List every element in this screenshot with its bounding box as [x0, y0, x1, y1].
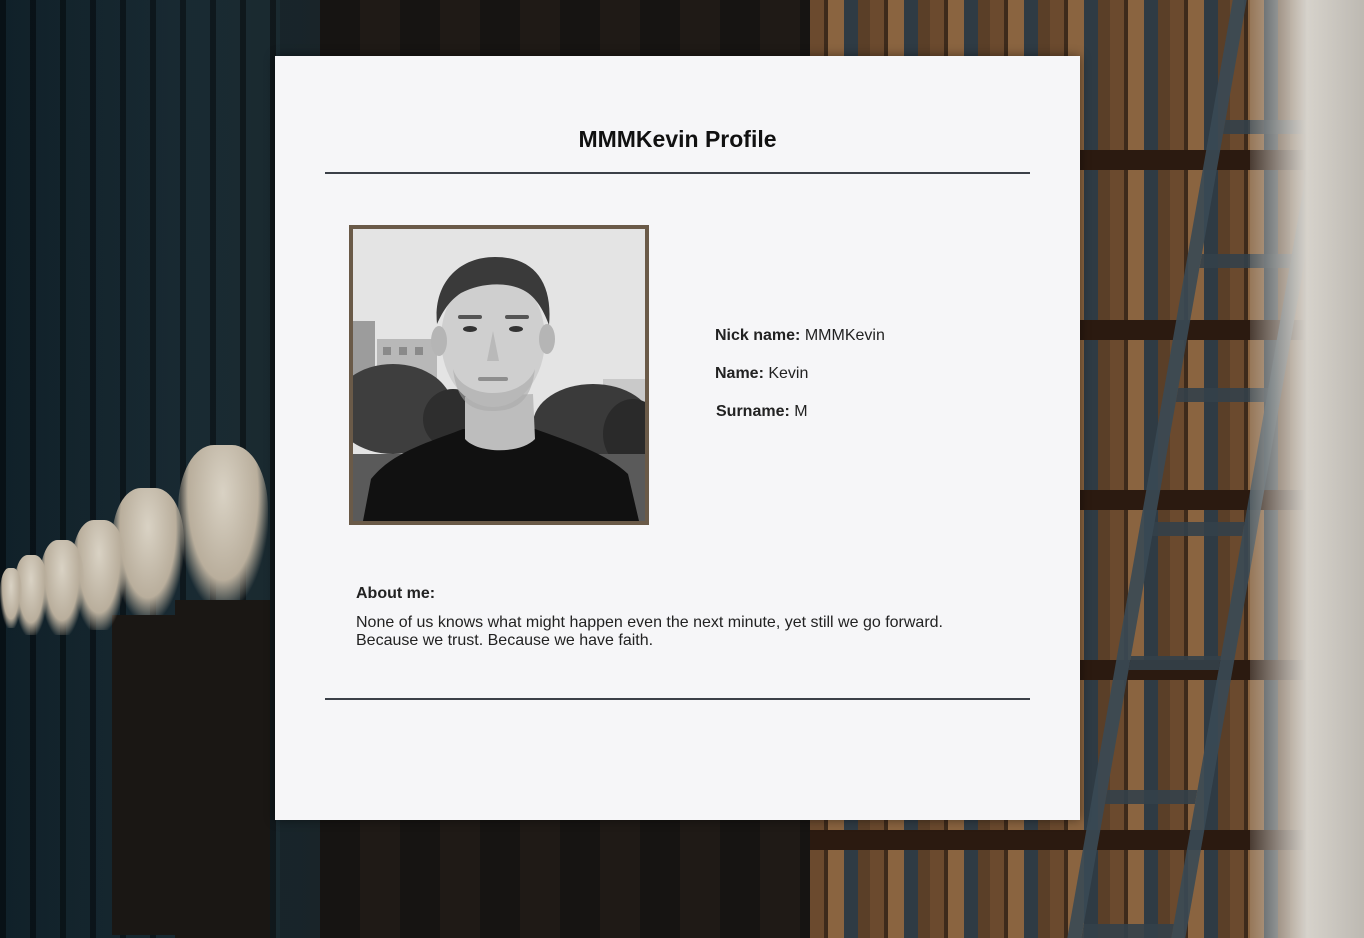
background-pedestal: [175, 600, 270, 938]
detail-value: M: [794, 403, 808, 420]
detail-name: Name: Kevin: [715, 364, 885, 383]
detail-value: MMMKevin: [804, 327, 885, 344]
about-section: About me: None of us knows what might ha…: [356, 584, 996, 650]
page-title: MMMKevin Profile: [578, 126, 777, 152]
detail-label: Surname:: [716, 403, 790, 420]
background-pedestal: [112, 615, 180, 935]
background-statue: [1250, 0, 1364, 938]
background-bust: [178, 445, 268, 605]
top-divider: [325, 172, 1030, 174]
about-heading: About me:: [356, 585, 436, 602]
detail-label: Name:: [715, 365, 764, 382]
about-text: None of us knows what might happen even …: [356, 614, 943, 649]
bottom-divider: [325, 698, 1030, 700]
detail-surname: Surname: M: [715, 402, 885, 421]
detail-label: Nick name:: [715, 327, 801, 344]
profile-photo: [349, 225, 649, 525]
profile-card: MMMKevin Profile Nick name: MMMKevin Nam…: [275, 56, 1080, 820]
profile-details: Nick name: MMMKevin Name: Kevin Surname:…: [715, 326, 885, 440]
background-bust: [0, 568, 22, 628]
detail-value: Kevin: [768, 365, 809, 382]
detail-nickname: Nick name: MMMKevin: [715, 326, 885, 345]
